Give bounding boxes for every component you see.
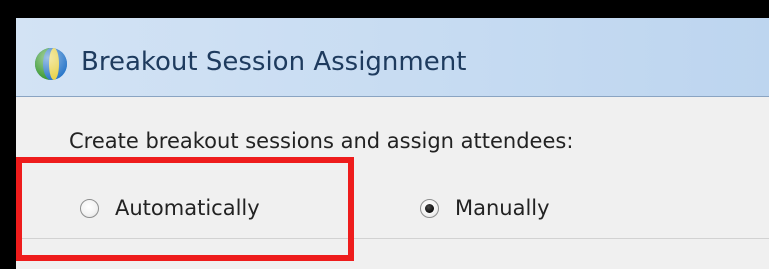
radio-manually-circle[interactable] [420,198,439,218]
radio-manually-label[interactable]: Manually [455,194,550,222]
assignment-prompt: Create breakout sessions and assign atte… [69,129,574,153]
dialog-window: Breakout Session Assignment Create break… [16,18,769,269]
dialog-content: Create breakout sessions and assign atte… [16,97,769,269]
radio-automatically-circle[interactable] [80,198,99,218]
window-title: Breakout Session Assignment [81,47,467,77]
divider [16,238,769,239]
globe-icon [32,46,72,82]
radio-automatically-label[interactable]: Automatically [115,194,260,222]
radio-selected-dot [425,203,434,213]
radio-automatically[interactable]: Automatically [80,193,260,223]
radio-manually[interactable]: Manually [420,193,550,223]
title-bar: Breakout Session Assignment [16,18,769,97]
